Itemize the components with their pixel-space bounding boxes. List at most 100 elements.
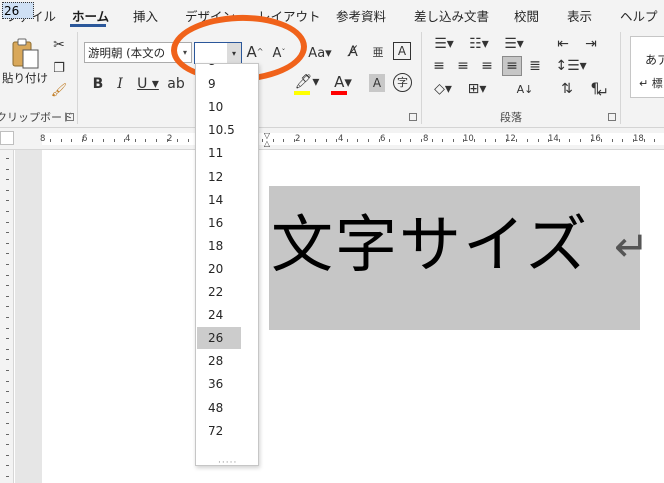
- ruler-number: 4: [125, 134, 131, 144]
- shading-icon[interactable]: ◇▾: [430, 80, 456, 98]
- multilevel-list-icon[interactable]: ☰▾: [500, 35, 528, 53]
- font-size-option[interactable]: 26: [197, 327, 241, 350]
- font-size-option[interactable]: 48: [197, 397, 241, 419]
- clipboard-launcher-icon[interactable]: [66, 113, 74, 121]
- font-size-option[interactable]: 10: [197, 96, 241, 118]
- group-divider: [620, 32, 621, 124]
- font-size-option[interactable]: 11: [197, 142, 241, 164]
- decrease-indent-icon[interactable]: ⇤: [552, 35, 574, 53]
- font-size-option[interactable]: 10.5: [197, 119, 241, 141]
- increase-indent-icon[interactable]: ⇥: [580, 35, 602, 53]
- paragraph-return-icon[interactable]: ↵: [592, 84, 614, 102]
- ruler-tick: [6, 275, 9, 276]
- character-shading-icon[interactable]: A: [369, 74, 385, 92]
- align-center-icon[interactable]: ≡: [454, 57, 472, 75]
- line-spacing-icon[interactable]: ↕☰▾: [555, 57, 586, 75]
- font-size-option[interactable]: 9: [197, 73, 241, 95]
- paste-button[interactable]: [8, 36, 42, 70]
- bullets-icon[interactable]: ☰▾: [430, 35, 458, 53]
- underline-icon[interactable]: U ▾: [136, 74, 160, 94]
- cut-icon[interactable]: ✂: [50, 36, 68, 54]
- ruler-tick: [6, 190, 9, 191]
- ruler-tick: [442, 139, 443, 142]
- tab-review[interactable]: 校閲: [514, 6, 539, 25]
- ruler-tick: [6, 296, 9, 297]
- font-size-option[interactable]: 22: [197, 281, 241, 303]
- font-size-option[interactable]: 20: [197, 258, 241, 280]
- paragraph-launcher-icon[interactable]: [608, 113, 616, 121]
- italic-icon[interactable]: I: [112, 74, 128, 94]
- ruler-tick: [6, 412, 9, 413]
- sort-icon[interactable]: A↓: [514, 80, 536, 98]
- ruler-tick: [50, 139, 51, 142]
- change-case-icon[interactable]: Aa▾: [308, 43, 332, 63]
- clear-formatting-icon[interactable]: A̸: [343, 42, 363, 62]
- ruler-tick: [463, 139, 464, 142]
- font-size-option[interactable]: 14: [197, 189, 241, 211]
- resize-grip[interactable]: ·····: [218, 458, 237, 465]
- tab-selector[interactable]: [0, 131, 14, 145]
- font-size-value[interactable]: 26: [4, 4, 19, 18]
- copy-icon[interactable]: ❐: [50, 59, 68, 77]
- ruler-tick: [156, 139, 157, 142]
- font-size-option[interactable]: 36: [197, 373, 241, 395]
- styles-gallery[interactable]: あア ↵ 標: [630, 36, 664, 98]
- ruler-number: 4: [338, 134, 344, 144]
- tab-insert[interactable]: 挿入: [133, 6, 158, 25]
- ruler-tick: [6, 391, 9, 392]
- ruler-tick: [506, 139, 507, 142]
- strikethrough-icon[interactable]: ab: [166, 74, 186, 94]
- ruler-tick: [527, 139, 528, 142]
- highlighter-icon[interactable]: 🖊▾: [294, 72, 320, 92]
- format-painter-icon[interactable]: 🖌: [50, 82, 68, 98]
- enclosed-character-icon[interactable]: 字: [393, 73, 412, 92]
- vertical-ruler[interactable]: [0, 150, 14, 483]
- align-left-icon[interactable]: ≡: [430, 57, 448, 75]
- ruler-tick: [6, 423, 9, 424]
- ruler-number: 8: [423, 134, 429, 144]
- ruler-tick: [315, 139, 316, 142]
- ruler-tick: [516, 139, 517, 142]
- font-size-option[interactable]: 24: [197, 304, 241, 326]
- tab-help[interactable]: ヘルプ: [620, 6, 658, 25]
- ruler-tick: [453, 139, 454, 142]
- ruler-tick: [103, 139, 104, 142]
- ruler-tick: [357, 139, 358, 142]
- font-size-option[interactable]: 8: [197, 64, 241, 72]
- character-border-icon[interactable]: A: [393, 42, 411, 60]
- tab-references[interactable]: 参考資料: [336, 6, 386, 25]
- ruler-tick: [6, 476, 9, 477]
- document-text[interactable]: 文字サイズ: [271, 214, 589, 276]
- font-size-option[interactable]: 16: [197, 212, 241, 234]
- tab-mailings[interactable]: 差し込み文書: [414, 6, 489, 25]
- align-right-icon[interactable]: ≡: [478, 57, 496, 75]
- font-size-option[interactable]: 72: [197, 420, 241, 442]
- ruler-tick: [538, 139, 539, 142]
- ruler-tick: [6, 222, 9, 223]
- bold-icon[interactable]: B: [90, 74, 106, 94]
- ruler-tick: [569, 139, 570, 142]
- text-direction-icon[interactable]: ⇅: [556, 80, 578, 98]
- ruler-tick: [177, 139, 178, 142]
- font-size-dropdown[interactable]: 891010.511121416182022242628364872 ·····: [195, 63, 259, 466]
- ruler-number: 8: [40, 134, 46, 144]
- ruler-tick: [6, 317, 9, 318]
- ruler-tick: [92, 139, 93, 142]
- font-size-option[interactable]: 18: [197, 235, 241, 257]
- font-size-option[interactable]: 28: [197, 350, 241, 372]
- ruler-tick: [368, 139, 369, 142]
- phonetic-guide-icon[interactable]: 亜: [369, 42, 387, 62]
- font-color-icon[interactable]: A▾: [331, 72, 355, 92]
- distributed-icon[interactable]: ≣: [526, 57, 544, 75]
- ruler-tick: [6, 243, 9, 244]
- font-launcher-icon[interactable]: [409, 113, 417, 121]
- numbering-icon[interactable]: ☷▾: [465, 35, 493, 53]
- ruler-number: 14: [548, 134, 559, 144]
- tab-view[interactable]: 表示: [567, 6, 592, 25]
- ruler-tick: [644, 139, 645, 142]
- font-size-option[interactable]: 12: [197, 166, 241, 188]
- justify-icon[interactable]: ≡: [502, 56, 522, 76]
- tab-home[interactable]: ホーム: [72, 6, 109, 25]
- indent-marker-icon[interactable]: ▽ △: [262, 129, 272, 151]
- borders-icon[interactable]: ⊞▾: [464, 80, 490, 98]
